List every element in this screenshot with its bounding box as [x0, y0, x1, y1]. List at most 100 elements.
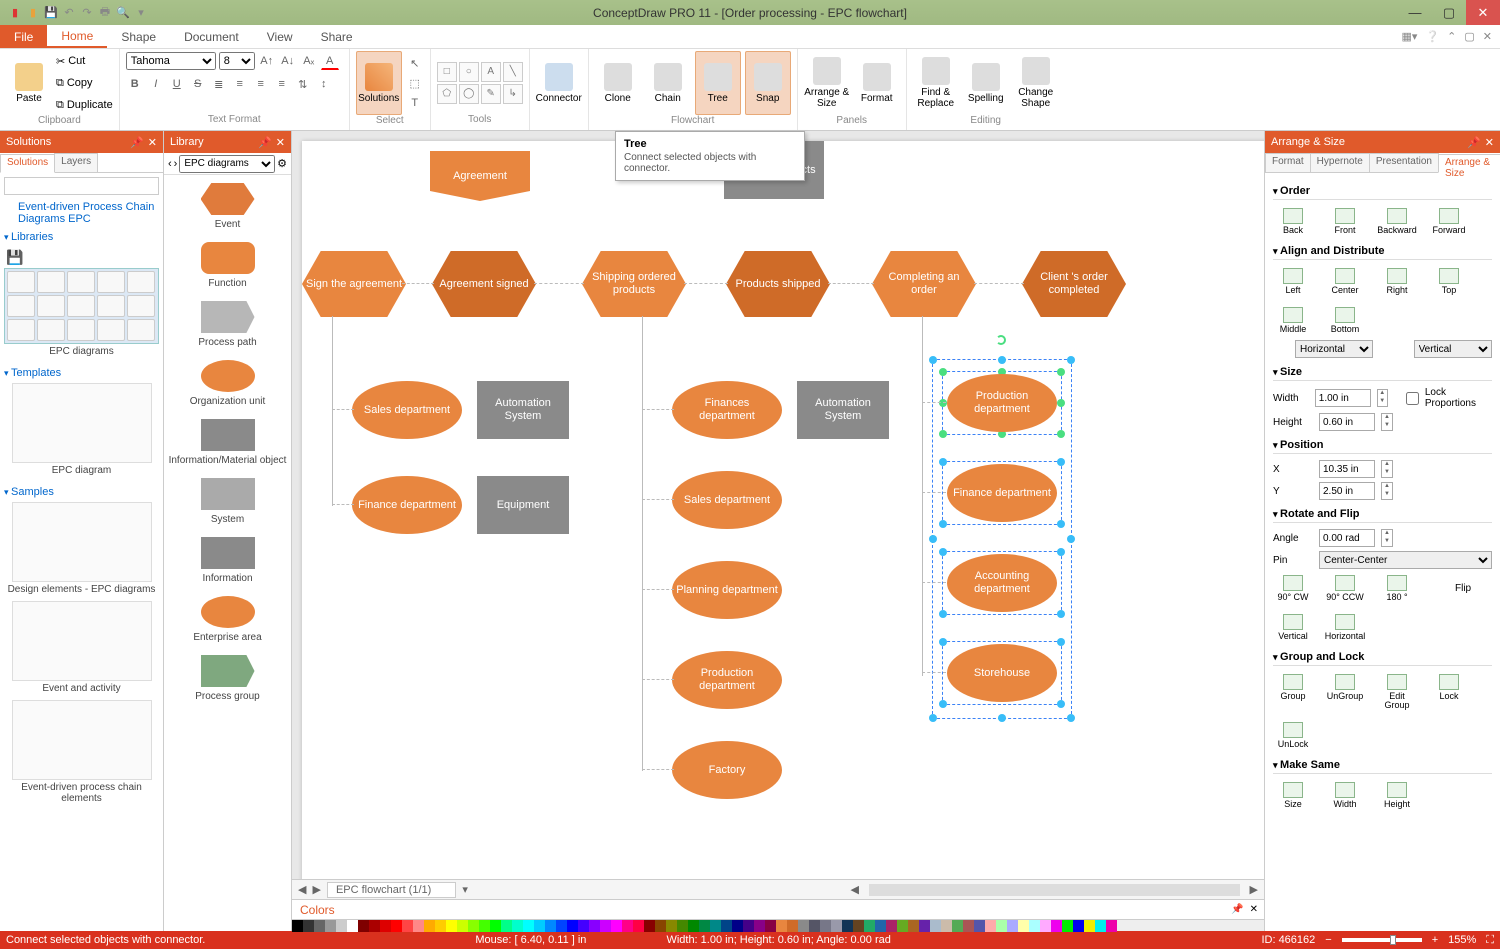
clone-button[interactable]: Clone: [595, 51, 641, 115]
stencil-process-group[interactable]: Process group: [168, 651, 287, 710]
file-tab[interactable]: File: [0, 25, 47, 48]
tab-home[interactable]: Home: [47, 25, 107, 48]
solutions-button[interactable]: Solutions: [356, 51, 402, 115]
color-swatch[interactable]: [1084, 920, 1095, 932]
node-auto1[interactable]: Automation System: [477, 381, 569, 439]
shape-tools-grid[interactable]: □○A╲⬠◯✎↳: [437, 62, 523, 104]
node-sel-storehouse[interactable]: Storehouse: [947, 644, 1057, 702]
color-swatch[interactable]: [303, 920, 314, 932]
color-swatch[interactable]: [897, 920, 908, 932]
align-right-icon[interactable]: ≡: [273, 75, 291, 93]
copy-button[interactable]: ⧉Copy: [56, 73, 113, 93]
italic-icon[interactable]: I: [147, 75, 165, 93]
color-swatch[interactable]: [435, 920, 446, 932]
color-swatch[interactable]: [391, 920, 402, 932]
color-swatch[interactable]: [369, 920, 380, 932]
rotate-180-button[interactable]: 180 °: [1377, 575, 1417, 602]
qat-zoom-icon[interactable]: 🔍: [116, 6, 130, 20]
make-size-button[interactable]: Size: [1273, 782, 1313, 809]
stencil-org-unit[interactable]: Organization unit: [168, 356, 287, 415]
lib-next-icon[interactable]: ›: [174, 158, 178, 170]
zoom-in-icon[interactable]: +: [1432, 934, 1438, 946]
flip-horizontal-button[interactable]: Horizontal: [1325, 614, 1365, 641]
align-right-button[interactable]: Right: [1377, 268, 1417, 295]
color-swatch[interactable]: [798, 920, 809, 932]
node-sign[interactable]: Sign the agreement: [302, 251, 406, 317]
color-swatch[interactable]: [292, 920, 303, 932]
color-swatch[interactable]: [314, 920, 325, 932]
color-swatch[interactable]: [1018, 920, 1029, 932]
color-swatch[interactable]: [1051, 920, 1062, 932]
node-planning[interactable]: Planning department: [672, 561, 782, 619]
pin-icon[interactable]: 📌: [1231, 904, 1249, 915]
qat-save-icon[interactable]: 💾: [44, 6, 58, 20]
duplicate-button[interactable]: ⧉Duplicate: [56, 95, 113, 115]
section-align[interactable]: Align and Distribute: [1273, 239, 1492, 260]
stencil-process-path[interactable]: Process path: [168, 297, 287, 356]
page-prev-icon[interactable]: ◀: [298, 883, 306, 896]
grow-font-icon[interactable]: A↑: [258, 52, 276, 70]
close-button[interactable]: ✕: [1466, 0, 1500, 25]
pin-icon[interactable]: 📌: [1467, 136, 1481, 149]
color-swatch[interactable]: [347, 920, 358, 932]
qat-dropdown-icon[interactable]: ▾: [134, 6, 148, 20]
qat-undo-icon[interactable]: ↶: [62, 6, 76, 20]
lib-prev-icon[interactable]: ‹: [168, 158, 172, 170]
color-swatch[interactable]: [985, 920, 996, 932]
tab-arrange-size[interactable]: Arrange & Size: [1438, 154, 1500, 173]
page-tab-epc[interactable]: EPC flowchart (1/1): [327, 882, 456, 898]
lock-proportions-checkbox[interactable]: [1406, 392, 1419, 405]
order-backward-button[interactable]: Backward: [1377, 208, 1417, 235]
color-swatch[interactable]: [358, 920, 369, 932]
color-swatch[interactable]: [380, 920, 391, 932]
section-templates[interactable]: Templates: [4, 363, 159, 383]
fit-icon[interactable]: ⛶: [1486, 934, 1494, 947]
align-middle-button[interactable]: Middle: [1273, 307, 1313, 334]
format-button[interactable]: Format: [854, 51, 900, 115]
flip-vertical-button[interactable]: Vertical: [1273, 614, 1313, 641]
ungroup-button[interactable]: UnGroup: [1325, 674, 1365, 710]
template-thumb[interactable]: [12, 383, 152, 463]
pointer-icon[interactable]: ↖: [406, 54, 424, 72]
tree-epc[interactable]: Event-driven Process Chain Diagrams EPC: [4, 199, 159, 227]
make-width-button[interactable]: Width: [1325, 782, 1365, 809]
color-swatch[interactable]: [963, 920, 974, 932]
hscroll-right-icon[interactable]: ▶: [1250, 883, 1258, 896]
stencil-function[interactable]: Function: [168, 238, 287, 297]
color-swatch[interactable]: [688, 920, 699, 932]
hscroll-left-icon[interactable]: ◀: [850, 883, 858, 896]
color-swatch[interactable]: [644, 920, 655, 932]
node-sales1[interactable]: Sales department: [352, 381, 462, 439]
font-size-selector[interactable]: 8: [219, 52, 255, 70]
underline-icon[interactable]: U: [168, 75, 186, 93]
arrange-size-button[interactable]: Arrange & Size: [804, 51, 850, 115]
color-swatch[interactable]: [809, 920, 820, 932]
node-finances[interactable]: Finances department: [672, 381, 782, 439]
section-samples[interactable]: Samples: [4, 482, 159, 502]
color-swatch[interactable]: [446, 920, 457, 932]
section-order[interactable]: Order: [1273, 179, 1492, 200]
color-swatch[interactable]: [908, 920, 919, 932]
stencil-event[interactable]: Event: [168, 179, 287, 238]
color-swatch[interactable]: [468, 920, 479, 932]
color-swatch[interactable]: [699, 920, 710, 932]
color-swatch[interactable]: [325, 920, 336, 932]
drawing-canvas[interactable]: Agreement ordered products Sign the agre…: [292, 131, 1264, 879]
bullets-icon[interactable]: ≣: [210, 75, 228, 93]
zoom-slider[interactable]: [1342, 938, 1422, 942]
rotate-cw-button[interactable]: 90° CW: [1273, 575, 1313, 602]
color-swatch[interactable]: [919, 920, 930, 932]
align-top-button[interactable]: Top: [1429, 268, 1469, 295]
connector-button[interactable]: Connector: [536, 51, 582, 115]
tab-hypernote[interactable]: Hypernote: [1310, 153, 1370, 172]
change-shape-button[interactable]: Change Shape: [1013, 51, 1059, 115]
solutions-search[interactable]: [4, 177, 159, 195]
dist-v-selector[interactable]: Vertical: [1414, 340, 1492, 358]
color-swatch[interactable]: [479, 920, 490, 932]
dist-h-selector[interactable]: Horizontal: [1295, 340, 1373, 358]
qat-redo-icon[interactable]: ↷: [80, 6, 94, 20]
section-size[interactable]: Size: [1273, 360, 1492, 381]
node-factory[interactable]: Factory: [672, 741, 782, 799]
color-swatch[interactable]: [457, 920, 468, 932]
page-next-icon[interactable]: ▶: [312, 883, 320, 896]
